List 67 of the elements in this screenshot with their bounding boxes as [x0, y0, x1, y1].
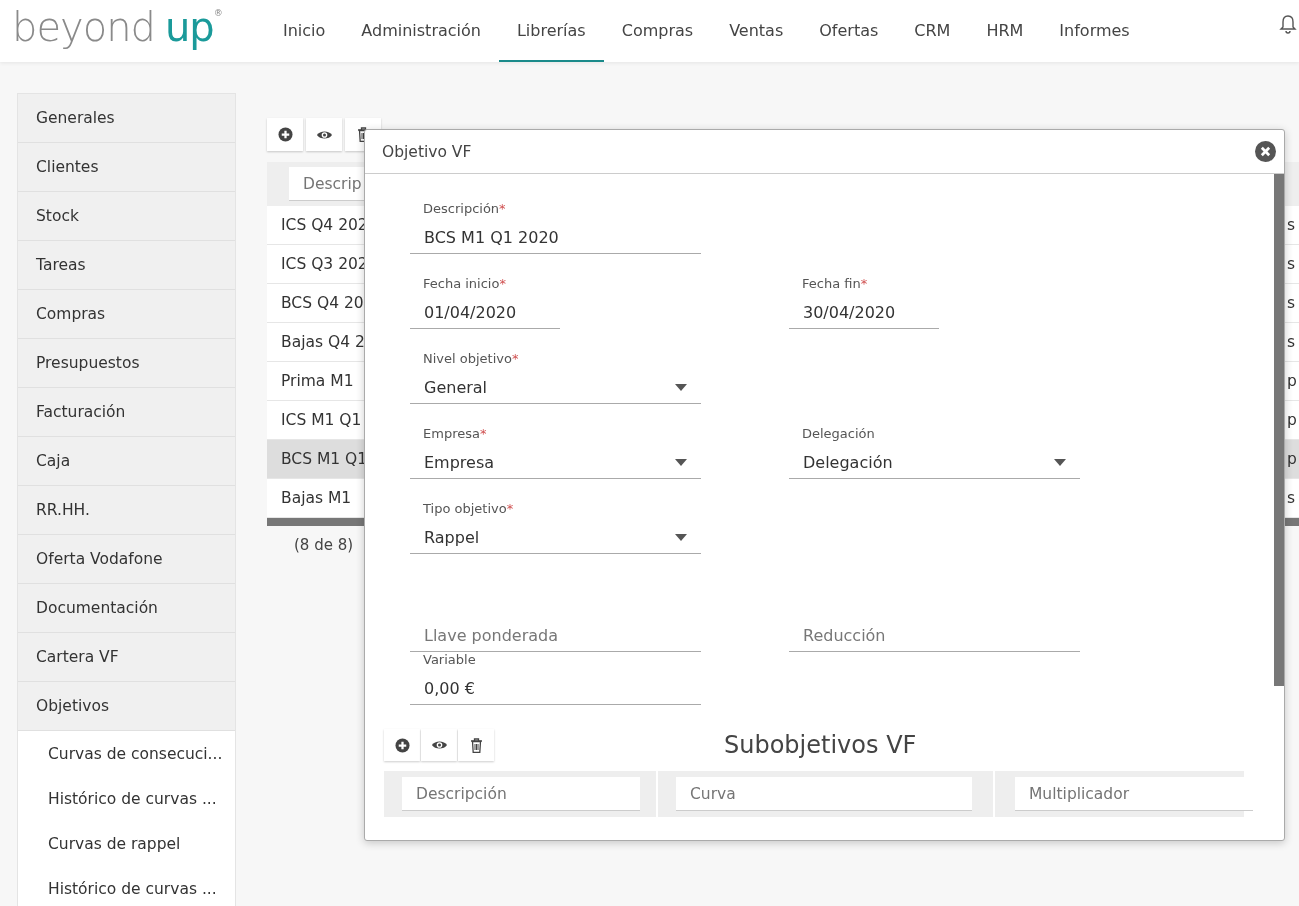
nav-tab[interactable]: Ofertas [801, 0, 897, 62]
eye-icon [315, 128, 333, 141]
sidebar-item[interactable]: RR.HH. [18, 486, 235, 535]
nav-tab[interactable]: Inicio [265, 0, 344, 62]
dialog-title: Objetivo VF [382, 142, 472, 161]
table-cell-text: s [1287, 333, 1297, 351]
trash-icon [469, 737, 483, 753]
sidebar-item[interactable]: Tareas [18, 241, 235, 290]
add-icon [394, 737, 410, 753]
field-label: Nivel objetivo* [422, 351, 520, 366]
table-cell-text: s [1287, 216, 1297, 234]
sidebar-item[interactable]: Compras [18, 290, 235, 339]
scrollbar[interactable] [1274, 174, 1284, 686]
nav-tab[interactable]: Ventas [711, 0, 802, 62]
field-label: Empresa* [422, 426, 488, 441]
view-button[interactable] [421, 729, 457, 761]
add-button[interactable] [384, 729, 420, 761]
bell-icon[interactable] [1279, 14, 1297, 34]
delete-button[interactable] [458, 729, 494, 761]
table-cell: BCS Q4 20 [281, 294, 364, 312]
table-cell-text: s [1287, 255, 1297, 273]
close-icon[interactable] [1255, 141, 1276, 162]
caret-icon [1054, 459, 1066, 466]
sidebar-item[interactable]: Oferta Vodafone [18, 535, 235, 584]
caret-icon [675, 534, 687, 541]
add-icon [277, 127, 293, 142]
section-title: Subobjetivos VF [724, 731, 917, 759]
table-cell-text: s [1287, 489, 1297, 507]
field-label: Fecha inicio* [422, 276, 507, 291]
pagination-text: (8 de 8) [294, 536, 354, 554]
field-label: Variable [422, 652, 477, 667]
caret-icon [675, 384, 687, 391]
field-label: Fecha fin* [801, 276, 869, 291]
sidebar-item[interactable]: Generales [18, 94, 235, 143]
nav-tab[interactable]: HRM [968, 0, 1042, 62]
table-cell: Prima M1 [281, 372, 354, 390]
table-cell-text: p [1287, 372, 1298, 390]
filter-field[interactable]: Multiplicador [1015, 777, 1253, 811]
caret-icon [675, 459, 687, 466]
nav-tab[interactable]: CRM [896, 0, 969, 62]
table-cell: Bajas Q4 2 [281, 333, 365, 351]
field-label: Descripción* [422, 201, 507, 216]
sidebar-item[interactable]: Documentación [18, 584, 235, 633]
view-button[interactable] [306, 118, 342, 151]
nav-tab[interactable]: Compras [603, 0, 712, 62]
table-cell: ICS M1 Q1 [281, 411, 362, 429]
nav-tab[interactable]: Librerías [498, 0, 604, 62]
table-cell-text: s [1287, 294, 1297, 312]
sidebar-item[interactable]: Facturación [18, 388, 235, 437]
sidebar-item[interactable]: Clientes [18, 143, 235, 192]
filter-field[interactable]: Descripción [402, 777, 640, 811]
field-label: Delegación [801, 426, 876, 441]
table-cell-text: p [1287, 450, 1298, 468]
filter-field[interactable]: Curva [676, 777, 972, 811]
sidebar-item[interactable]: Objetivos [18, 682, 235, 731]
table-cell-text: p [1287, 411, 1298, 429]
nav-tab[interactable]: Informes [1041, 0, 1148, 62]
nav-tab[interactable]: Administración [343, 0, 499, 62]
add-button[interactable] [267, 118, 303, 151]
sidebar-item[interactable]: Caja [18, 437, 235, 486]
sidebar-item[interactable]: Cartera VF [18, 633, 235, 682]
table-cell: BCS M1 Q1 [281, 450, 368, 468]
sidebar-item[interactable]: Presupuestos [18, 339, 235, 388]
table-cell: Bajas M1 [281, 489, 352, 507]
eye-icon [430, 739, 448, 751]
sidebar-item[interactable]: Stock [18, 192, 235, 241]
field-label: Tipo objetivo* [422, 501, 515, 516]
